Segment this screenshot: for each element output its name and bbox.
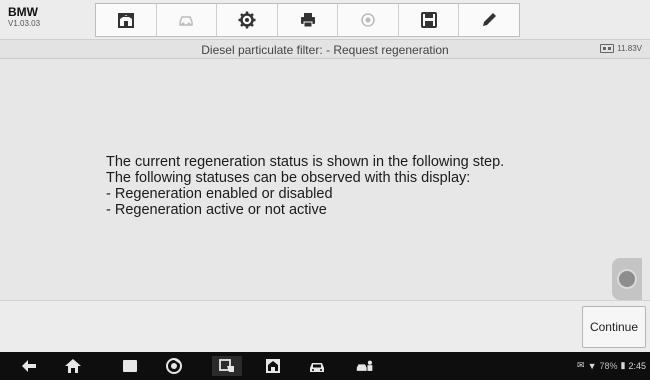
wifi-icon: ▼ [587,360,597,371]
action-bar: Continue [0,300,650,352]
help-button[interactable] [338,4,399,36]
home-icon [65,359,81,373]
battery-icon: ▮ [620,360,626,370]
printer-icon [300,13,315,28]
software-version: V1.03.03 [8,19,41,28]
home-nav-button[interactable] [62,356,84,376]
floating-assistive-button[interactable] [612,258,642,300]
system-navigation-bar: ✉ ▼ 78% ▮ 2:45 [0,352,650,380]
voltage-indicator: 11.83V [600,44,642,53]
battery-percent: 78% [599,360,618,371]
back-button[interactable] [18,356,40,376]
vehicle-menu-button[interactable] [306,356,328,376]
car-icon [310,363,324,372]
vci-icon [356,360,373,371]
vehicle-make: BMW [8,5,38,19]
message-text: The current regeneration status is shown… [106,154,504,218]
battery-voltage-icon [600,44,615,53]
continue-button[interactable]: Continue [582,306,646,348]
settings-button[interactable] [217,4,278,36]
vehicle-info: BMW V1.03.03 [8,6,40,29]
chrome-icon [166,358,182,374]
recent-apps-button[interactable] [119,356,141,376]
vehicle-swap-icon [179,16,194,26]
message-line: - Regeneration active or not active [106,202,327,218]
page-title: Diesel particulate filter: - Request reg… [201,43,449,57]
title-bar: Diesel particulate filter: - Request reg… [0,40,650,59]
vehicle-swap-button[interactable] [157,4,218,36]
home-icon [117,13,134,28]
status-area: ✉ ▼ 78% ▮ 2:45 [577,360,646,371]
save-icon [420,12,437,28]
message-panel: The current regeneration status is shown… [0,60,650,300]
maxisys-home-button[interactable] [262,356,284,376]
circle-icon [617,269,637,289]
print-button[interactable] [278,4,339,36]
pencil-icon [483,13,497,26]
back-icon [22,360,36,372]
message-line: - Regeneration enabled or disabled [106,186,333,202]
function-toolbar [95,3,520,37]
edit-button[interactable] [459,4,519,36]
gear-icon [238,11,256,29]
clock: 2:45 [628,360,646,371]
message-line: The current regeneration status is shown… [106,154,505,170]
voltage-value: 11.83V [617,44,642,53]
screenshot-button[interactable] [212,356,242,376]
screenshot-icon [219,359,234,372]
vci-button[interactable] [352,356,378,376]
chrome-button[interactable] [163,356,185,376]
top-toolbar: BMW V1.03.03 [0,0,650,40]
message-line: The following statuses can be observed w… [106,170,471,186]
maxisys-home-icon [266,359,280,373]
message-icon: ✉ [577,360,585,370]
save-button[interactable] [399,4,460,36]
home-button[interactable] [96,4,157,36]
help-icon [361,13,375,27]
recent-apps-icon [123,360,137,372]
